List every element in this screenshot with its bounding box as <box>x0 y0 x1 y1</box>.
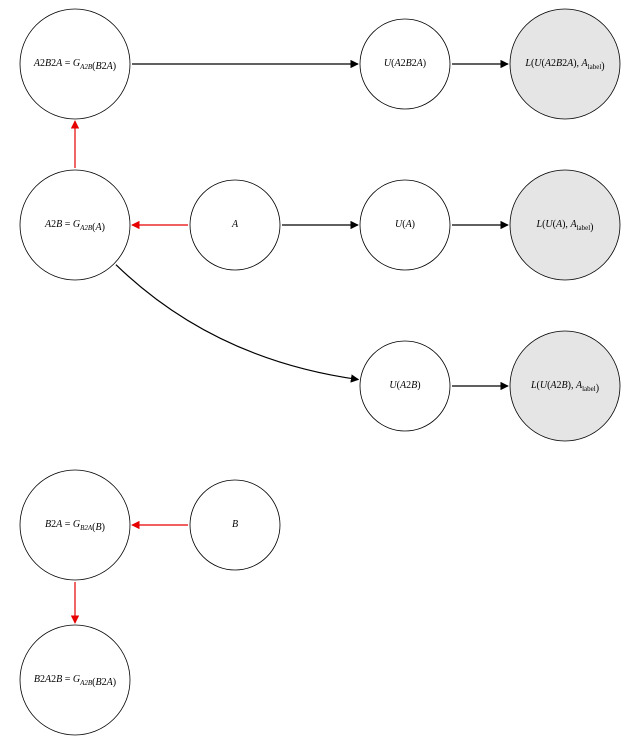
node-b2a: B2A = GB2A(B) <box>20 470 130 580</box>
node-l_a: L(U(A), Alabel) <box>510 170 620 280</box>
node-a: A <box>190 180 280 270</box>
diagram-canvas: A2B2A = GA2B(B2A) U(A2B2A) L(U(A2B2A), Ala… <box>0 0 640 748</box>
node-u_a: U(A) <box>360 180 450 270</box>
node-u_a2b: U(A2B) <box>360 341 450 431</box>
node-b2a2b: B2A2B = GA2B(B2A) <box>20 625 130 735</box>
nodes-layer: A2B2A = GA2B(B2A) U(A2B2A) L(U(A2B2A), Ala… <box>20 9 620 735</box>
edge-a2b-to-u_a2b <box>116 265 359 380</box>
node-label: U(A) <box>395 219 415 230</box>
node-label: U(A2B) <box>389 380 420 391</box>
node-a2b: A2B = GA2B(A) <box>20 170 130 280</box>
node-a2b2a: A2B2A = GA2B(B2A) <box>20 9 130 119</box>
node-label: A <box>231 219 239 230</box>
edges-layer <box>75 64 508 623</box>
node-l_a2b: L(U(A2B), Alabel) <box>510 331 620 441</box>
node-b: B <box>190 480 280 570</box>
node-l_a2b2a: L(U(A2B2A), Alabel) <box>510 9 620 119</box>
node-u_a2b2a: U(A2B2A) <box>360 19 450 109</box>
node-label: B <box>232 519 238 530</box>
node-label: U(A2B2A) <box>384 58 426 69</box>
